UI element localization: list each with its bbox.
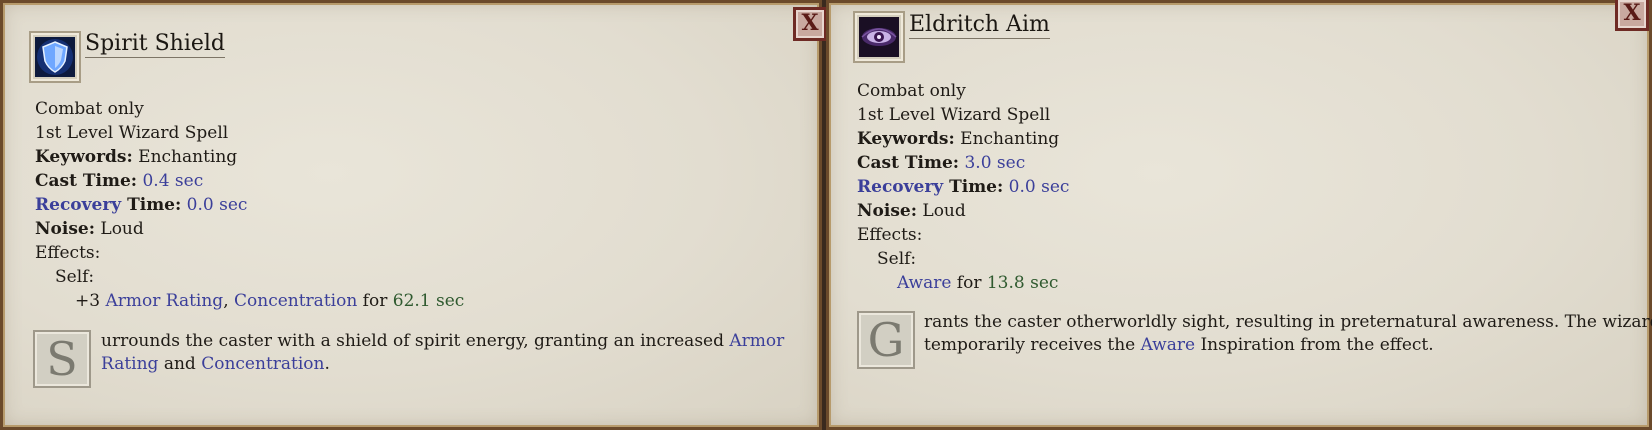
dropcap-letter: S: [33, 330, 91, 388]
recovery-time-value: 0.0 sec: [181, 195, 248, 215]
effect-separator: ,: [223, 291, 234, 311]
keywords-row: Keywords: Enchanting: [857, 127, 1069, 151]
spell-icon-frame: [29, 31, 81, 83]
armor-rating-link[interactable]: Armor Rating: [105, 291, 223, 311]
effect-row: Aware for 13.8 sec: [857, 271, 1069, 295]
effect-prefix: +3: [75, 291, 106, 311]
cast-time-row: Cast Time: 0.4 sec: [35, 169, 464, 193]
noise-value: Loud: [95, 219, 144, 239]
effect-row: +3 Armor Rating, Concentration for 62.1 …: [35, 289, 464, 313]
description-armor-link[interactable]: Armor: [729, 331, 784, 351]
recovery-time-row: Recovery Time: 0.0 sec: [857, 175, 1069, 199]
effect-duration: 13.8 sec: [986, 273, 1059, 293]
noise-value: Loud: [917, 201, 966, 221]
recovery-time-row: Recovery Time: 0.0 sec: [35, 193, 464, 217]
spell-title: Eldritch Aim: [909, 12, 1050, 39]
aware-link[interactable]: Aware: [897, 273, 951, 293]
effect-for-text: for: [357, 291, 393, 311]
effect-duration: 62.1 sec: [392, 291, 465, 311]
description-concentration-link[interactable]: Concentration: [201, 354, 324, 374]
spell-stats: Combat only 1st Level Wizard Spell Keywo…: [857, 79, 1069, 295]
noise-row: Noise: Loud: [35, 217, 464, 241]
spell-level-text: 1st Level Wizard Spell: [857, 105, 1051, 125]
keywords-label: Keywords:: [857, 129, 955, 149]
recovery-time-value: 0.0 sec: [1003, 177, 1070, 197]
eldritch-eye-icon: [859, 17, 899, 57]
recovery-link[interactable]: Recovery: [857, 177, 943, 197]
cast-time-row: Cast Time: 3.0 sec: [857, 151, 1069, 175]
close-button[interactable]: X: [1615, 0, 1649, 31]
effects-label: Effects:: [35, 243, 101, 263]
spell-tooltip-eldritch-aim: X Eldritch Aim Combat only 1st Level Wiz…: [826, 0, 1652, 430]
description-end: .: [324, 354, 330, 374]
description-text-a: urrounds the caster with a shield of spi…: [101, 331, 730, 351]
cast-time-label: Cast Time:: [35, 171, 138, 191]
spell-description: rants the caster otherworldly sight, res…: [924, 311, 1652, 357]
description-and: and: [158, 354, 202, 374]
keywords-value: Enchanting: [132, 147, 238, 167]
effect-for-text: for: [951, 273, 987, 293]
concentration-link[interactable]: Concentration: [234, 291, 357, 311]
description-line-2: temporarily receives the Aware Inspirati…: [924, 334, 1634, 357]
recovery-link[interactable]: Recovery: [35, 195, 121, 215]
keywords-row: Keywords: Enchanting: [35, 145, 464, 169]
description-aware-link[interactable]: Aware: [1141, 335, 1195, 355]
recovery-time-label: Time:: [943, 177, 1004, 197]
noise-label: Noise:: [35, 219, 95, 239]
recovery-time-label: Time:: [121, 195, 182, 215]
close-button[interactable]: X: [793, 7, 827, 41]
cast-time-value: 0.4 sec: [137, 171, 204, 191]
spirit-shield-icon: [35, 37, 75, 77]
description-text-b2: Inspiration from the effect.: [1195, 335, 1434, 355]
combat-only-text: Combat only: [857, 81, 966, 101]
spell-tooltip-spirit-shield: X Spirit Shield Combat only 1st Level Wi…: [0, 0, 827, 430]
spell-stats: Combat only 1st Level Wizard Spell Keywo…: [35, 97, 464, 313]
spell-icon-frame: [853, 11, 905, 63]
combat-only-text: Combat only: [35, 99, 144, 119]
keywords-label: Keywords:: [35, 147, 133, 167]
description-line-1: rants the caster otherworldly sight, res…: [924, 312, 1652, 332]
description-line-2: Rating and Concentration.: [101, 353, 801, 376]
effects-label: Effects:: [857, 225, 923, 245]
keywords-value: Enchanting: [954, 129, 1060, 149]
self-label: Self:: [55, 267, 95, 287]
self-label: Self:: [877, 249, 917, 269]
noise-row: Noise: Loud: [857, 199, 1069, 223]
spell-level-text: 1st Level Wizard Spell: [35, 123, 229, 143]
spell-title: Spirit Shield: [85, 31, 225, 58]
description-rating-link[interactable]: Rating: [101, 354, 158, 374]
description-line-1: urrounds the caster with a shield of spi…: [101, 330, 801, 353]
cast-time-value: 3.0 sec: [959, 153, 1026, 173]
spell-description: urrounds the caster with a shield of spi…: [101, 330, 801, 376]
description-text-b1: temporarily receives the: [924, 335, 1141, 355]
dropcap-letter: G: [857, 311, 915, 369]
noise-label: Noise:: [857, 201, 917, 221]
cast-time-label: Cast Time:: [857, 153, 960, 173]
